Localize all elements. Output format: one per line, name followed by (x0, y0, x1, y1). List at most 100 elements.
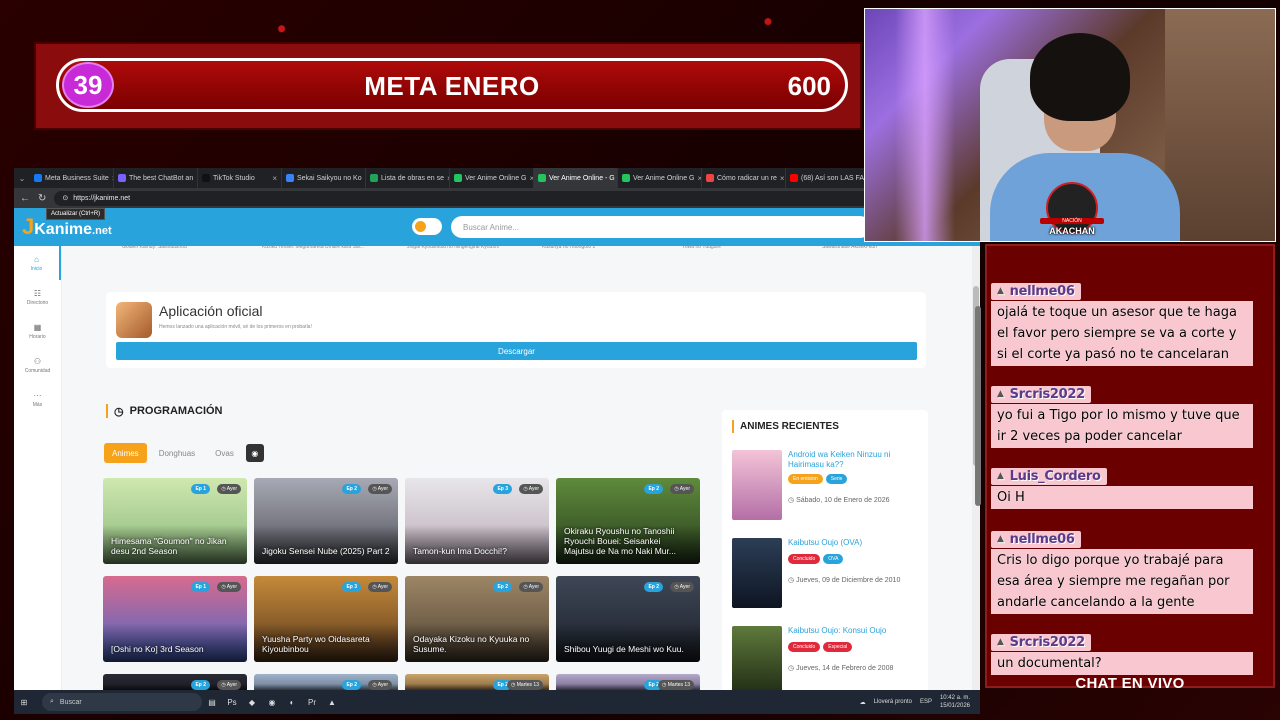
browser-tab[interactable]: Cómo radicar un re × (702, 168, 786, 188)
url-text: https://jkanime.net (73, 194, 131, 202)
anime-card[interactable]: Ep 2 ◷ Ayer Okiraku Ryoushu no Tanoshii Ry… (556, 478, 700, 564)
edge-icon[interactable]: ◐ (282, 693, 302, 711)
type-filters: Animes Donghuas Ovas ◉ (104, 443, 264, 463)
filter-1[interactable]: Donghuas (151, 443, 203, 463)
sidebar-item-label: Horario (29, 333, 46, 340)
chat-message: ▲ nellme06 Cris lo digo porque yo trabajé … (991, 528, 1253, 614)
premiere-icon[interactable]: Pr (302, 693, 322, 711)
sidebar-item-2[interactable]: ▦ Horario (14, 314, 61, 348)
recent-anime-item[interactable]: Kaibutsu Oujo: Konsui Oujo Concluido Espec… (732, 626, 922, 690)
browser-tab[interactable]: Lista de obras en se× (366, 168, 450, 188)
tab-favicon-icon (202, 174, 210, 182)
recent-badges: En emision Serie (788, 474, 848, 484)
recent-anime-thumbnail (732, 450, 782, 520)
anime-card[interactable]: Ep 1 ◷ Ayer [Oshi no Ko] 3rd Season (103, 576, 247, 662)
sidebar-item-1[interactable]: ☷ Directorio (14, 280, 61, 314)
top-row-title[interactable]: Kusuriya no Hitorigoto 2 (542, 246, 595, 250)
tab-favicon-icon (706, 174, 714, 182)
app-icon[interactable]: ◆ (242, 693, 262, 711)
recent-badges: Concluido OVA (788, 554, 844, 564)
filter-0[interactable]: Animes (104, 443, 147, 463)
file-explorer-icon[interactable]: ▤ (202, 693, 222, 711)
clock[interactable]: 10:42 a. m. 15/01/2026 (940, 694, 970, 710)
episode-badge: Ep 2 (644, 582, 663, 592)
browser-tab[interactable]: (68) Así son LAS FA× (786, 168, 870, 188)
back-icon[interactable]: ← (20, 193, 30, 204)
day-badge-text: Ayer (226, 486, 237, 492)
site-info-icon[interactable]: ⊙ (62, 194, 68, 202)
day-badge-text: Ayer (679, 486, 690, 492)
sidebar-item-label: Inicio (30, 265, 43, 272)
anime-card[interactable]: Ep 2 ◷ Ayer (103, 674, 247, 690)
search-icon: ⌕ (50, 698, 54, 705)
browser-tab[interactable]: Ver Anime Online - G× (534, 168, 618, 188)
browser-tab[interactable]: The best ChatBot an× (114, 168, 198, 188)
url-field[interactable]: ⊙ https://jkanime.net (54, 190, 938, 206)
sidebar-item-label: Más (32, 401, 43, 408)
chat-text: Oi H (991, 485, 1253, 509)
top-row-title[interactable]: Sawarunatte Akiseki-kun (822, 246, 877, 250)
close-tab-icon[interactable]: × (272, 174, 277, 183)
anime-search-input[interactable]: Buscar Anime... (451, 216, 871, 238)
sidebar-item-label: Directorio (26, 299, 49, 306)
windows-start-icon[interactable]: ⊞ (14, 693, 34, 711)
tab-favicon-icon (790, 174, 798, 182)
download-button[interactable]: Descargar (116, 342, 917, 360)
anime-card[interactable]: Ep 2 ◷ Ayer Jigoku Sensei Nube (2025) Part… (254, 478, 398, 564)
sidebar-item-4[interactable]: ··· Más (14, 382, 61, 416)
recent-anime-name[interactable]: Kaibutsu Oujo (OVA) (788, 538, 918, 548)
browser-tab[interactable]: Sekai Saikyou no Ko× (282, 168, 366, 188)
chat-text: ojalá te toque un asesor que te haga el … (991, 300, 1253, 366)
vlc-icon[interactable]: ▲ (322, 693, 342, 711)
top-row-title[interactable]: Golden Kamuy: Saishuushou (122, 246, 187, 250)
recent-anime-date: ◷ Jueves, 14 de Febrero de 2008 (788, 664, 893, 672)
anime-card-title: Odayaka Kizoku no Kyuuka no Susume. (413, 634, 530, 654)
anime-card[interactable]: Ep 3 ◷ Ayer Tamon-kun Ima Docchi!? (405, 478, 549, 564)
sidebar-item-3[interactable]: ⚇ Comunidad (14, 348, 61, 382)
filter-2[interactable]: Ovas (207, 443, 242, 463)
reload-icon[interactable]: ↻ (38, 193, 46, 204)
status-badge: Concluido (788, 642, 821, 652)
taskbar-search[interactable]: ⌕ Buscar (42, 693, 202, 711)
browser-tab[interactable]: Meta Business Suite× (30, 168, 114, 188)
tab-favicon-icon (454, 174, 462, 182)
recent-anime-thumbnail (732, 626, 782, 690)
browser-tab[interactable]: Ver Anime Online G × (450, 168, 534, 188)
anime-card[interactable]: Ep 1 ◷ Ayer Himesama "Goumon" no Jikan des… (103, 478, 247, 564)
logo-tld: .net (92, 225, 112, 237)
anime-card[interactable]: Ep 2 ◷ Martes 13 (556, 674, 700, 690)
browser-tab[interactable]: TikTok Studio × (198, 168, 282, 188)
tab-list-icon[interactable]: ⌄ (14, 174, 30, 183)
browser-tab[interactable]: Ver Anime Online G × (618, 168, 702, 188)
top-row-title[interactable]: Jingai Kyoushitsu no Ningengirai Kyoushi (407, 246, 499, 250)
recent-anime-item[interactable]: Kaibutsu Oujo (OVA) Concluido OVA ◷ Jueves,… (732, 538, 922, 613)
anime-card[interactable]: Ep 2 ◷ Ayer Odayaka Kizoku no Kyuuka no Su… (405, 576, 549, 662)
photoshop-icon[interactable]: Ps (222, 693, 242, 711)
status-badge: En emision (788, 474, 823, 484)
recent-anime-item[interactable]: Android wa Keiken Ninzuu ni Hairimasu ka… (732, 450, 922, 525)
anime-card[interactable]: Ep 2 ◷ Martes 13 (405, 674, 549, 690)
anime-card[interactable]: Ep 3 ◷ Ayer Yuusha Party wo Oidasareta Kiy… (254, 576, 398, 662)
lang-indicator[interactable]: ESP (920, 699, 932, 705)
anime-card[interactable]: Ep 2 ◷ Ayer (254, 674, 398, 690)
recent-anime-thumbnail (732, 538, 782, 608)
live-chat: CHAT EN VIVO ▲ nellme06 ojalá te toque un … (975, 244, 1275, 692)
close-tab-icon[interactable]: × (780, 174, 785, 183)
chat-username: ▲ Luis_Cordero (991, 467, 1107, 485)
top-row-title[interactable]: Yowa no Yuugure (682, 246, 721, 250)
chat-username: ▲ Srcris2022 (991, 633, 1091, 651)
reload-tooltip: Actualizar (Ctrl+R) (46, 208, 106, 220)
day-badge-text: Ayer (528, 486, 539, 492)
chrome-icon[interactable]: ◉ (262, 693, 282, 711)
recent-anime-panel: ANIMES RECIENTES Android wa Keiken Ninzu… (722, 410, 928, 690)
chat-message: ▲ Srcris2022 yo fui a Tigo por lo mismo y … (991, 383, 1253, 448)
anime-card-title: [Oshi no Ko] 3rd Season (111, 644, 204, 654)
sidebar-item-0[interactable]: ⌂ Inicio (14, 246, 61, 280)
eye-icon[interactable]: ◉ (245, 444, 264, 462)
theme-toggle[interactable] (412, 218, 442, 235)
logo-letter: J (22, 214, 35, 239)
recent-anime-name[interactable]: Kaibutsu Oujo: Konsui Oujo (788, 626, 918, 636)
top-row-title[interactable]: Kizoku Tensei: Megumareta Umare kara Sai… (262, 246, 364, 250)
recent-anime-name[interactable]: Android wa Keiken Ninzuu ni Hairimasu ka… (788, 450, 918, 470)
anime-card[interactable]: Ep 2 ◷ Ayer Shibou Yuugi de Meshi wo Kuu. (556, 576, 700, 662)
